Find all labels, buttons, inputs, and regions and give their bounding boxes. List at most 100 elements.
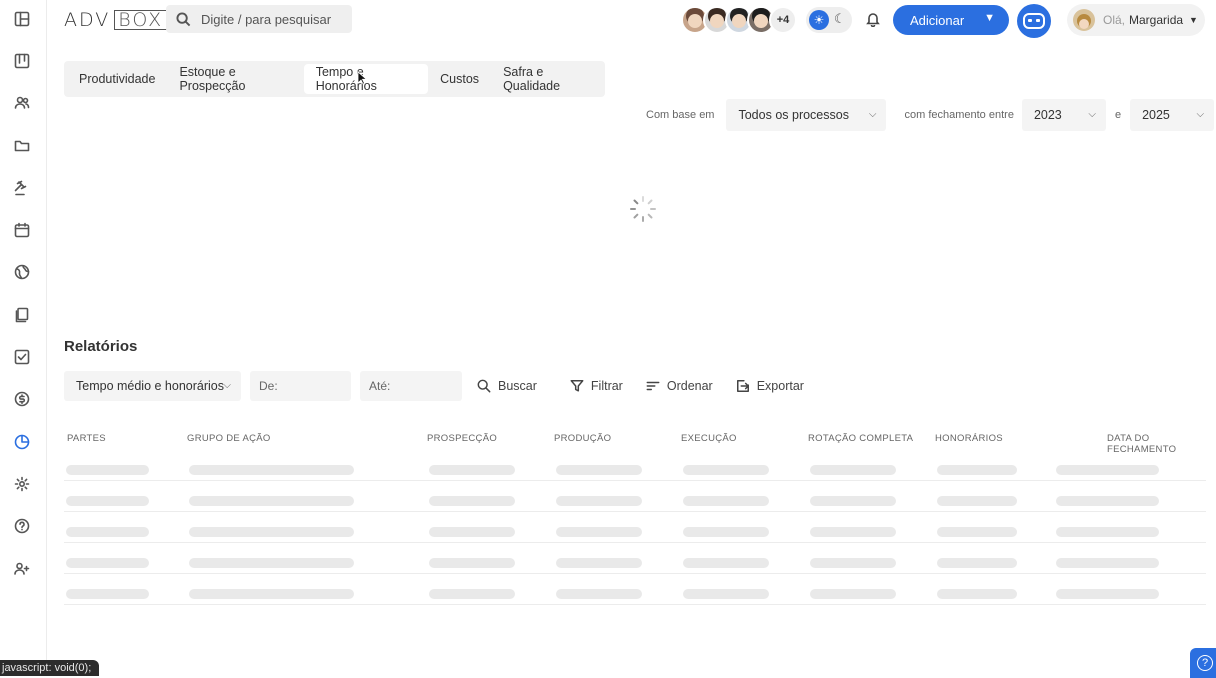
sun-icon: ☀ xyxy=(809,10,829,30)
column-header[interactable]: ROTAÇÃO COMPLETA xyxy=(808,433,913,444)
closing-between-label: com fechamento entre xyxy=(904,109,1014,121)
skeleton-placeholder xyxy=(937,589,1017,599)
table-row xyxy=(64,574,1206,605)
calendar-icon[interactable] xyxy=(12,220,32,240)
gavel-icon[interactable] xyxy=(12,178,32,198)
year-to-select[interactable]: 2025 ⌵ xyxy=(1130,99,1215,131)
team-avatars[interactable]: +4 xyxy=(681,6,797,34)
filter-icon xyxy=(570,380,584,392)
column-header[interactable]: EXECUÇÃO xyxy=(681,433,737,444)
skeleton-placeholder xyxy=(810,465,896,475)
more-members-badge[interactable]: +4 xyxy=(769,6,797,34)
column-header[interactable]: PRODUÇÃO xyxy=(554,433,611,444)
and-label: e xyxy=(1114,109,1122,121)
search-button[interactable]: Buscar xyxy=(477,379,537,393)
search-input[interactable] xyxy=(201,11,341,27)
skeleton-placeholder xyxy=(937,465,1017,475)
report-tabs: Produtividade Estoque e Prospecção Tempo… xyxy=(64,61,605,97)
add-button[interactable]: Adicionar ▼ xyxy=(893,5,1009,35)
reports-chart-icon[interactable] xyxy=(12,432,32,452)
logo-text: ADV xyxy=(64,9,111,31)
filter-button[interactable]: Filtrar xyxy=(570,379,623,393)
globe-icon[interactable] xyxy=(12,262,32,282)
column-header[interactable]: PARTES xyxy=(67,433,106,444)
skeleton-placeholder xyxy=(189,558,354,568)
skeleton-placeholder xyxy=(556,496,642,506)
skeleton-placeholder xyxy=(937,527,1017,537)
table-body xyxy=(64,450,1206,605)
theme-toggle[interactable]: ☀ ☾ xyxy=(806,7,852,33)
skeleton-placeholder xyxy=(429,465,515,475)
skeleton-placeholder xyxy=(810,589,896,599)
skeleton-placeholder xyxy=(683,527,769,537)
skeleton-placeholder xyxy=(66,496,149,506)
assistant-bot-button[interactable] xyxy=(1017,4,1051,38)
help-icon[interactable] xyxy=(12,516,32,536)
skeleton-placeholder xyxy=(189,527,354,537)
layout-icon[interactable] xyxy=(12,9,32,29)
chevron-down-icon: ⌵ xyxy=(868,109,877,120)
skeleton-placeholder xyxy=(66,558,149,568)
tab-estoque-prospeccao[interactable]: Estoque e Prospecção xyxy=(167,64,303,94)
skeleton-placeholder xyxy=(683,558,769,568)
tab-produtividade[interactable]: Produtividade xyxy=(67,64,167,94)
export-button[interactable]: Exportar xyxy=(736,379,804,393)
chevron-down-icon[interactable]: ▼ xyxy=(984,12,995,24)
tasks-icon[interactable] xyxy=(12,347,32,367)
date-from-input[interactable] xyxy=(250,371,351,401)
contacts-icon[interactable] xyxy=(12,93,32,113)
process-select[interactable]: Todos os processos ⌵ xyxy=(726,99,887,131)
report-type-value: Tempo médio e honorários xyxy=(76,379,224,393)
user-menu[interactable]: Olá, Margarida ▼ xyxy=(1067,4,1205,36)
year-from-value: 2023 xyxy=(1033,108,1062,122)
sort-button-label: Ordenar xyxy=(666,379,713,393)
global-search[interactable] xyxy=(166,5,352,33)
tab-custos[interactable]: Custos xyxy=(428,64,491,94)
folder-icon[interactable] xyxy=(12,136,32,156)
mouse-cursor-icon xyxy=(357,71,367,85)
advbox-logo[interactable]: ADV BOX xyxy=(64,9,168,31)
date-to-input[interactable] xyxy=(360,371,462,401)
filter-button-label: Filtrar xyxy=(590,379,623,393)
documents-icon[interactable] xyxy=(12,305,32,325)
skeleton-placeholder xyxy=(556,558,642,568)
question-icon: ? xyxy=(1197,655,1213,671)
add-button-label: Adicionar xyxy=(910,12,965,28)
notifications-bell-icon[interactable] xyxy=(865,11,881,28)
skeleton-placeholder xyxy=(683,465,769,475)
skeleton-placeholder xyxy=(810,496,896,506)
table-header: PARTES GRUPO DE AÇÃO PROSPECÇÃO PRODUÇÃO… xyxy=(64,426,1206,455)
column-header[interactable]: HONORÁRIOS xyxy=(935,433,1003,444)
chevron-down-icon: ▼ xyxy=(1189,15,1198,25)
skeleton-placeholder xyxy=(683,496,769,506)
skeleton-placeholder xyxy=(937,496,1017,506)
skeleton-placeholder xyxy=(1056,496,1159,506)
tab-safra-qualidade[interactable]: Safra e Qualidade xyxy=(491,64,605,94)
chevron-down-icon: ⌵ xyxy=(1196,109,1205,120)
invite-users-icon[interactable] xyxy=(12,559,32,579)
finance-icon[interactable] xyxy=(12,389,32,409)
skeleton-placeholder xyxy=(1056,558,1159,568)
report-type-select[interactable]: Tempo médio e honorários ⌵ xyxy=(64,371,241,401)
skeleton-placeholder xyxy=(810,527,896,537)
column-header[interactable]: GRUPO DE AÇÃO xyxy=(187,433,271,444)
skeleton-placeholder xyxy=(556,589,642,599)
skeleton-placeholder xyxy=(810,558,896,568)
sort-button[interactable]: Ordenar xyxy=(646,379,713,393)
greeting-text: Olá, xyxy=(1103,13,1126,27)
skeleton-placeholder xyxy=(189,589,354,599)
skeleton-placeholder xyxy=(429,558,515,568)
board-icon[interactable] xyxy=(12,51,32,71)
search-button-label: Buscar xyxy=(498,379,537,393)
skeleton-placeholder xyxy=(429,527,515,537)
moon-icon: ☾ xyxy=(834,11,846,26)
skeleton-placeholder xyxy=(429,496,515,506)
reports-title: Relatórios xyxy=(64,338,138,355)
column-header[interactable]: PROSPECÇÃO xyxy=(427,433,497,444)
user-avatar xyxy=(1073,9,1095,31)
skeleton-placeholder xyxy=(66,527,149,537)
settings-gear-icon[interactable] xyxy=(12,474,32,494)
skeleton-placeholder xyxy=(556,527,642,537)
year-from-select[interactable]: 2023 ⌵ xyxy=(1021,99,1106,131)
skeleton-placeholder xyxy=(1056,465,1159,475)
